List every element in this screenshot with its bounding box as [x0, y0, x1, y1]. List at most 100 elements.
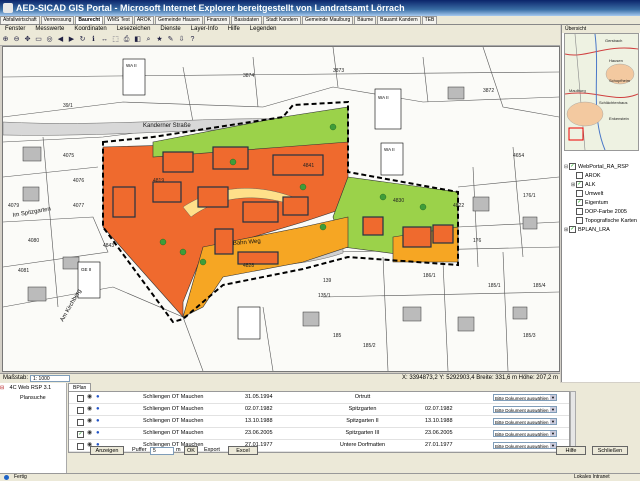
bookmark-item[interactable]: ⊟ 4C Web RSP 3.1	[0, 385, 51, 392]
document-select[interactable]: Bitte Dokument auswählen ▼	[493, 394, 557, 401]
layer-item[interactable]: AROK	[564, 172, 640, 181]
chevron-down-icon[interactable]: ▼	[550, 407, 556, 412]
layer-checkbox[interactable]: ✓	[569, 226, 576, 234]
pan-icon[interactable]: ✥	[23, 35, 32, 44]
view-icon[interactable]: ◉	[87, 428, 92, 439]
overview-place-label: Maulburg	[569, 88, 586, 93]
menu-item[interactable]: Legenden	[245, 25, 282, 34]
table-scrollbar[interactable]	[570, 391, 576, 453]
menu-item[interactable]: Messwerte	[30, 25, 69, 34]
search-icon[interactable]: ⌕	[144, 35, 153, 44]
expand-icon[interactable]: ⊟	[0, 385, 8, 392]
document-select[interactable]: Bitte Dokument auswählen ▼	[493, 418, 557, 425]
layer-checkbox[interactable]	[576, 208, 583, 216]
table-row[interactable]: ◉ ● Schliengen OT Mauchen 02.07.1982 Spitzga…	[69, 404, 569, 416]
full-extent-icon[interactable]: ◎	[45, 35, 54, 44]
map-canvas[interactable]: 3874 3873 39/1 3872 4654 4075 4076 4077 4079 4080…	[3, 47, 559, 371]
layer-item[interactable]: Umwelt	[564, 190, 640, 199]
scale-select[interactable]: 1: 1000	[30, 375, 70, 382]
buffer-input[interactable]: 5	[150, 447, 174, 455]
app-tab[interactable]: AROK	[133, 16, 154, 24]
info-icon[interactable]: ●	[96, 416, 100, 427]
layer-item[interactable]: DOP-Farbe 2005	[564, 208, 640, 217]
layer-item[interactable]: ⊟ ✓ WebPortal_RA_RSP	[564, 163, 640, 172]
map-view[interactable]: 3874 3873 39/1 3872 4654 4075 4076 4077 4079 4080…	[2, 46, 560, 372]
chevron-down-icon[interactable]: ▼	[550, 431, 556, 436]
excel-button[interactable]: Excel	[228, 446, 258, 455]
info-icon[interactable]: ●	[96, 392, 100, 403]
help-icon[interactable]: ?	[188, 35, 197, 44]
document-select[interactable]: Bitte Dokument auswählen ▼	[493, 406, 557, 413]
refresh-icon[interactable]: ↻	[78, 35, 87, 44]
table-row[interactable]: ◉ ● Schliengen OT Mauchen 13.10.1988 Spitzga…	[69, 416, 569, 428]
info-icon[interactable]: ●	[96, 428, 100, 439]
row-checkbox[interactable]	[77, 395, 84, 402]
view-icon[interactable]: ◉	[87, 392, 92, 403]
layer-item[interactable]: Topografische Karten	[564, 217, 640, 226]
app-tab[interactable]: Basisdaten	[231, 16, 263, 24]
info-icon[interactable]: ●	[96, 404, 100, 415]
menu-item[interactable]: Lesezeichen	[112, 25, 156, 34]
document-select-value: Bitte Dokument auswählen	[495, 432, 549, 437]
row-checkbox[interactable]: ✓	[77, 431, 84, 438]
app-tab[interactable]: Vermessung	[40, 16, 75, 24]
zoom-out-icon[interactable]: ⊖	[12, 35, 21, 44]
layer-checkbox[interactable]: ✓	[576, 181, 583, 189]
close-button[interactable]: Schließen	[592, 446, 628, 455]
show-button[interactable]: Anzeigen	[90, 446, 124, 455]
zoom-window-icon[interactable]: ▭	[34, 35, 43, 44]
print-icon[interactable]: ⎙	[122, 35, 131, 44]
app-tab[interactable]: WMS Test	[104, 16, 133, 24]
view-icon[interactable]: ◉	[87, 404, 92, 415]
bookmark-icon[interactable]: ★	[155, 35, 164, 44]
table-row[interactable]: ◉ ● Schliengen OT Mauchen 31.05.1994 Ortrutt…	[69, 392, 569, 404]
bookmark-label: 4C Web RSP 3.1	[9, 385, 52, 391]
layer-icon[interactable]: ◧	[133, 35, 142, 44]
app-tab[interactable]: Finanzen	[203, 16, 231, 24]
layer-checkbox[interactable]	[576, 172, 583, 180]
menu-item[interactable]: Layer-Info	[186, 25, 223, 34]
forward-icon[interactable]: ▶	[67, 35, 76, 44]
ok-button[interactable]: OK	[184, 446, 198, 455]
export-icon[interactable]: ⇩	[177, 35, 186, 44]
layer-checkbox[interactable]: ✓	[576, 199, 583, 207]
help-button[interactable]: Hilfe	[556, 446, 586, 455]
zoom-in-icon[interactable]: ⊕	[1, 35, 10, 44]
row-checkbox[interactable]	[77, 419, 84, 426]
layer-item[interactable]: ⊞ ✓ ALK	[564, 181, 640, 190]
chevron-down-icon[interactable]: ▼	[550, 419, 556, 424]
bookmark-sub-item[interactable]: Plansuche	[20, 395, 46, 401]
document-select[interactable]: Bitte Dokument auswählen ▼	[493, 430, 557, 437]
redline-icon[interactable]: ✎	[166, 35, 175, 44]
menu-item[interactable]: Koordinaten	[69, 25, 111, 34]
menu-item[interactable]: Fenster	[0, 25, 30, 34]
select-icon[interactable]: ⬚	[111, 35, 120, 44]
back-icon[interactable]: ◀	[56, 35, 65, 44]
overview-map[interactable]: Gersbach Hausen Schopfheim Maulburg Schlächt…	[564, 33, 639, 151]
table-row[interactable]: ✓ ◉ ● Schliengen OT Mauchen 23.06.2005 Spitzg…	[69, 428, 569, 440]
app-tab[interactable]: Baurecht	[75, 16, 104, 24]
layer-label: WebPortal_RA_RSP	[578, 164, 629, 170]
layer-item[interactable]: ⊞ ✓ BPLAN_LRA	[564, 226, 640, 235]
app-tab[interactable]: Gemeinde Maulburg	[301, 16, 354, 24]
row-checkbox[interactable]	[77, 407, 84, 414]
measure-icon[interactable]: ↔	[100, 35, 109, 44]
app-tab[interactable]: Stadt Kandern	[263, 16, 301, 24]
export-label: Export	[204, 447, 220, 453]
app-tab[interactable]: TEB	[421, 16, 438, 24]
view-icon[interactable]: ◉	[87, 416, 92, 427]
layer-checkbox[interactable]: ✓	[569, 163, 576, 171]
app-tab[interactable]: Abfallwirtschaft	[0, 16, 40, 24]
chevron-down-icon[interactable]: ▼	[550, 395, 556, 400]
menu-item[interactable]: Dienste	[155, 25, 185, 34]
layer-item[interactable]: ✓ Eigentum	[564, 199, 640, 208]
buffer-label: Puffer	[132, 447, 147, 453]
info-icon[interactable]: ℹ	[89, 35, 98, 44]
layer-checkbox[interactable]	[576, 217, 583, 225]
layer-checkbox[interactable]	[576, 190, 583, 198]
app-tab[interactable]: Bauamt Kandern	[377, 16, 421, 24]
app-tab[interactable]: Gemeinde Hausen	[154, 16, 203, 24]
menu-item[interactable]: Hilfe	[223, 25, 245, 34]
overview-canvas[interactable]: Gersbach Hausen Schopfheim Maulburg Schlächt…	[565, 34, 638, 150]
app-tab[interactable]: Bäume	[354, 16, 377, 24]
